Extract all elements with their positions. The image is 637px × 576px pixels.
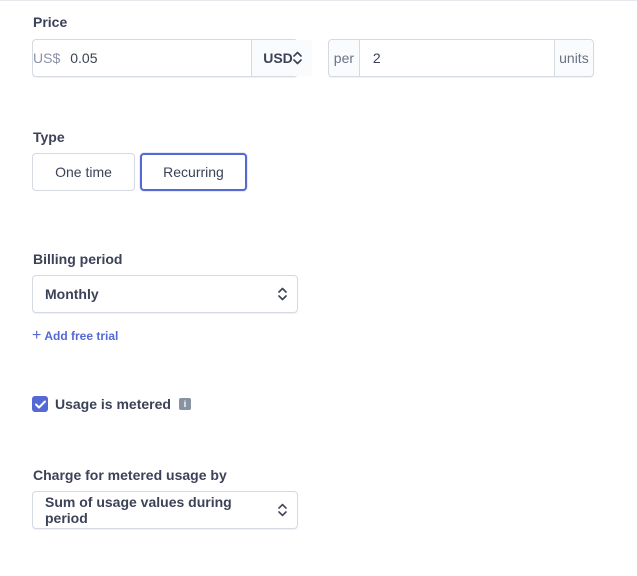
units-label: units <box>553 40 593 76</box>
top-divider <box>0 0 637 1</box>
currency-select-value: USD <box>263 50 293 66</box>
currency-select[interactable]: USD <box>251 40 312 76</box>
type-recurring-button[interactable]: Recurring <box>140 153 247 191</box>
units-input[interactable] <box>359 40 554 76</box>
add-free-trial-label: Add free trial <box>44 329 119 343</box>
type-label: Type <box>33 129 65 145</box>
add-free-trial-link[interactable]: + Add free trial <box>32 327 119 344</box>
type-one-time-button[interactable]: One time <box>32 153 135 191</box>
checkmark-icon <box>34 400 46 408</box>
charge-metered-select[interactable]: Sum of usage values during period <box>32 491 298 529</box>
chevron-up-down-icon <box>292 51 302 65</box>
info-icon[interactable]: i <box>178 398 191 410</box>
usage-metered-row: Usage is metered i <box>32 396 191 412</box>
usage-metered-label: Usage is metered <box>55 396 171 412</box>
plus-icon: + <box>32 327 42 344</box>
billing-period-label: Billing period <box>33 251 123 267</box>
price-label: Price <box>33 14 68 30</box>
chevron-up-down-icon <box>278 287 287 301</box>
billing-period-select[interactable]: Monthly <box>32 275 298 313</box>
currency-prefix: US$ <box>33 50 61 66</box>
per-label: per <box>329 40 360 76</box>
charge-metered-value: Sum of usage values during period <box>45 494 232 526</box>
chevron-up-down-icon <box>278 503 287 517</box>
price-amount-input[interactable] <box>64 40 252 76</box>
billing-period-value: Monthly <box>45 286 99 302</box>
charge-metered-label: Charge for metered usage by <box>33 467 227 483</box>
price-field: US$ USD <box>32 39 312 77</box>
usage-metered-checkbox[interactable] <box>32 396 48 412</box>
units-field: per units <box>328 39 594 77</box>
